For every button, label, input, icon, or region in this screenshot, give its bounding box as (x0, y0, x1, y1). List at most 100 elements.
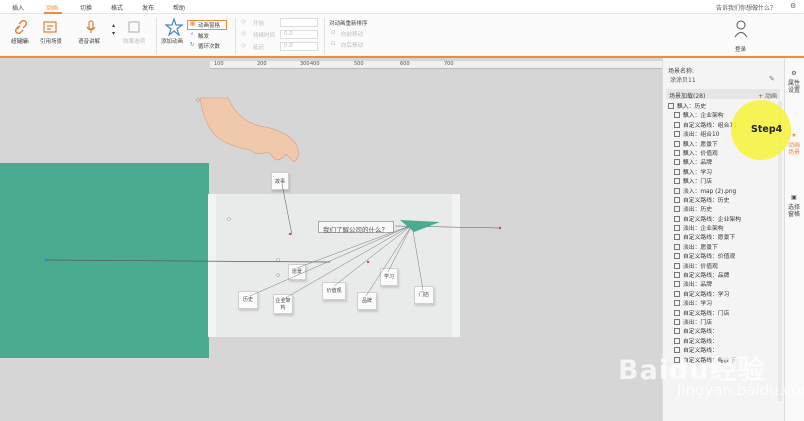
animation-item-label: 飘入：历史 (677, 104, 706, 110)
voice-narration-button[interactable]: 语音讲解 (78, 37, 100, 45)
animation-icon (674, 140, 680, 147)
ruler-label: 400 (310, 61, 320, 67)
green-shape[interactable] (0, 163, 209, 358)
start-select[interactable] (280, 18, 318, 27)
scene-name-value[interactable]: 涂涂贝11 (670, 75, 696, 84)
tab-selection-pane[interactable]: 选择窗格 (787, 204, 801, 218)
delay-icon: ◷ (241, 43, 246, 49)
tab-properties[interactable]: 属性设置 (787, 80, 801, 94)
login-button[interactable]: 登录 (735, 45, 746, 53)
cube-values[interactable]: 价值观 (322, 282, 346, 300)
delay-value: 0.0 (284, 43, 293, 49)
move-later-button[interactable]: 向后移动 (341, 41, 363, 49)
animation-list-header: 场景加载(28) + 动画 (666, 89, 780, 100)
menu-publish[interactable]: 发布 (142, 3, 154, 12)
tab-animation-scene[interactable]: 动画场景 (787, 142, 801, 156)
loop-icon: ↻ (190, 42, 195, 48)
menu-format[interactable]: 格式 (111, 3, 123, 12)
menu-help[interactable]: 帮助 (173, 3, 185, 12)
animation-item-label: 自定义路线：历史 (683, 197, 730, 204)
animation-item[interactable]: 淡出：价值观 (664, 261, 782, 270)
animation-item[interactable]: 淡出：历史 (664, 204, 782, 213)
move-earlier-button[interactable]: 向前移动 (341, 30, 363, 38)
animation-item-label: 飘入：企业架构 (683, 113, 724, 120)
loop-count-dropdown[interactable]: 循环次数 (198, 42, 220, 50)
cube-vision[interactable]: 愿景 (288, 264, 306, 280)
vertical-tabs (784, 58, 804, 421)
cube-story[interactable]: 故事 (271, 172, 289, 190)
ribbon-separator (235, 18, 236, 54)
microphone-icon[interactable] (84, 20, 98, 34)
step-label: Step4 (751, 124, 783, 135)
animation-item[interactable]: 淡出：门店 (664, 317, 782, 326)
animation-item[interactable]: 自定义路线：愿景下 (664, 232, 782, 241)
animation-item[interactable]: 自定义路线：品牌 (664, 270, 782, 279)
animation-icon (674, 318, 680, 325)
animation-icon (674, 206, 680, 213)
animation-icon (674, 243, 680, 250)
add-animation-icon[interactable] (165, 18, 183, 36)
animation-item[interactable]: 自定义路线：历史 (664, 195, 782, 204)
animation-item[interactable]: 淡入：map (2).png (664, 186, 782, 195)
scroll-up-icon[interactable]: ▴ (112, 22, 115, 29)
animation-icon (674, 300, 680, 307)
reference-scene-icon[interactable] (43, 20, 57, 34)
animation-icon (674, 262, 680, 269)
question-textbox[interactable]: 我们了解公司的什么？ (318, 221, 394, 234)
hand-image[interactable] (198, 96, 308, 196)
animation-item-label: 淡出：历史 (683, 207, 712, 214)
cube-store[interactable]: 门店 (414, 286, 434, 304)
cube-brand[interactable]: 品牌 (357, 292, 377, 310)
animation-pane-icon: ▦ (190, 21, 196, 27)
animation-item-label: 自定义路线：价值观 (683, 254, 736, 261)
animation-item[interactable]: 飘入：门店 (664, 176, 782, 185)
animation-item-label: 自定义路线： (683, 329, 718, 336)
animation-item[interactable]: 自定义路线：学习 (664, 289, 782, 298)
clock-icon: ◷ (241, 19, 246, 25)
animation-item-label: 淡入：map (2).png (683, 188, 737, 195)
ribbon-separator (324, 18, 325, 54)
animation-item[interactable]: 自定义路线： (664, 336, 782, 345)
animation-item[interactable]: 自定义路线：价值观 (664, 251, 782, 260)
hyperlink-icon[interactable] (14, 20, 28, 34)
add-animation-button[interactable]: 添加动画 (161, 37, 183, 45)
edit-icon[interactable]: ✎ (769, 75, 775, 83)
cube-architecture[interactable]: 企业架构 (273, 294, 293, 314)
cube-learning[interactable]: 学习 (380, 268, 398, 286)
animation-item[interactable]: 自定义路线：企业架构 (664, 214, 782, 223)
animation-item-label: 自定义路线：愿景下 (683, 235, 736, 242)
trigger-dropdown[interactable]: 触发 (198, 32, 209, 40)
menu-transition[interactable]: 切换 (80, 3, 92, 12)
slide[interactable] (208, 194, 460, 337)
animation-item[interactable]: 淡出：愿景下 (664, 242, 782, 251)
animation-item[interactable]: 自定义路线：门店 (664, 308, 782, 317)
animation-icon (674, 281, 680, 288)
animation-icon (674, 272, 680, 279)
world-map-image[interactable] (216, 194, 452, 337)
animation-icon (674, 225, 680, 232)
scroll-down-icon[interactable]: ▾ (112, 30, 115, 37)
tell-me-search[interactable]: 告诉我们你想做什么？ (716, 3, 776, 12)
user-icon[interactable] (734, 20, 748, 38)
reference-scene-button[interactable]: 引用场景 (40, 37, 62, 45)
animation-item[interactable]: 淡出：企业架构 (664, 223, 782, 232)
animation-item-label: 飘入：愿景下 (683, 141, 718, 148)
animation-item[interactable]: 自定义路线： (664, 326, 782, 335)
animation-item[interactable]: 淡出：学习 (664, 298, 782, 307)
menu-animation[interactable]: 动画 (46, 3, 58, 12)
duration-icon: ◷ (241, 31, 246, 37)
menu-insert[interactable]: 插入 (12, 3, 24, 12)
animation-item[interactable]: 淡出：品牌 (664, 279, 782, 288)
animation-item-label: 淡出：组合10 (683, 132, 720, 139)
cube-history[interactable]: 历史 (238, 291, 258, 309)
duration-value: 0.0 (284, 31, 293, 37)
ruler-label: 700 (444, 61, 454, 67)
add-animation-link[interactable]: + 动画 (758, 91, 777, 100)
animation-item[interactable]: 飘入：学习 (664, 167, 782, 176)
effect-options-button[interactable]: 效果选项 (123, 37, 145, 45)
effect-options-icon[interactable] (127, 20, 141, 34)
trigger-icon: ⚡ (190, 32, 194, 38)
delay-label: 延迟 (253, 45, 265, 51)
settings-icon[interactable]: ⚙ (790, 2, 796, 10)
ruler-label: 600 (400, 61, 410, 67)
